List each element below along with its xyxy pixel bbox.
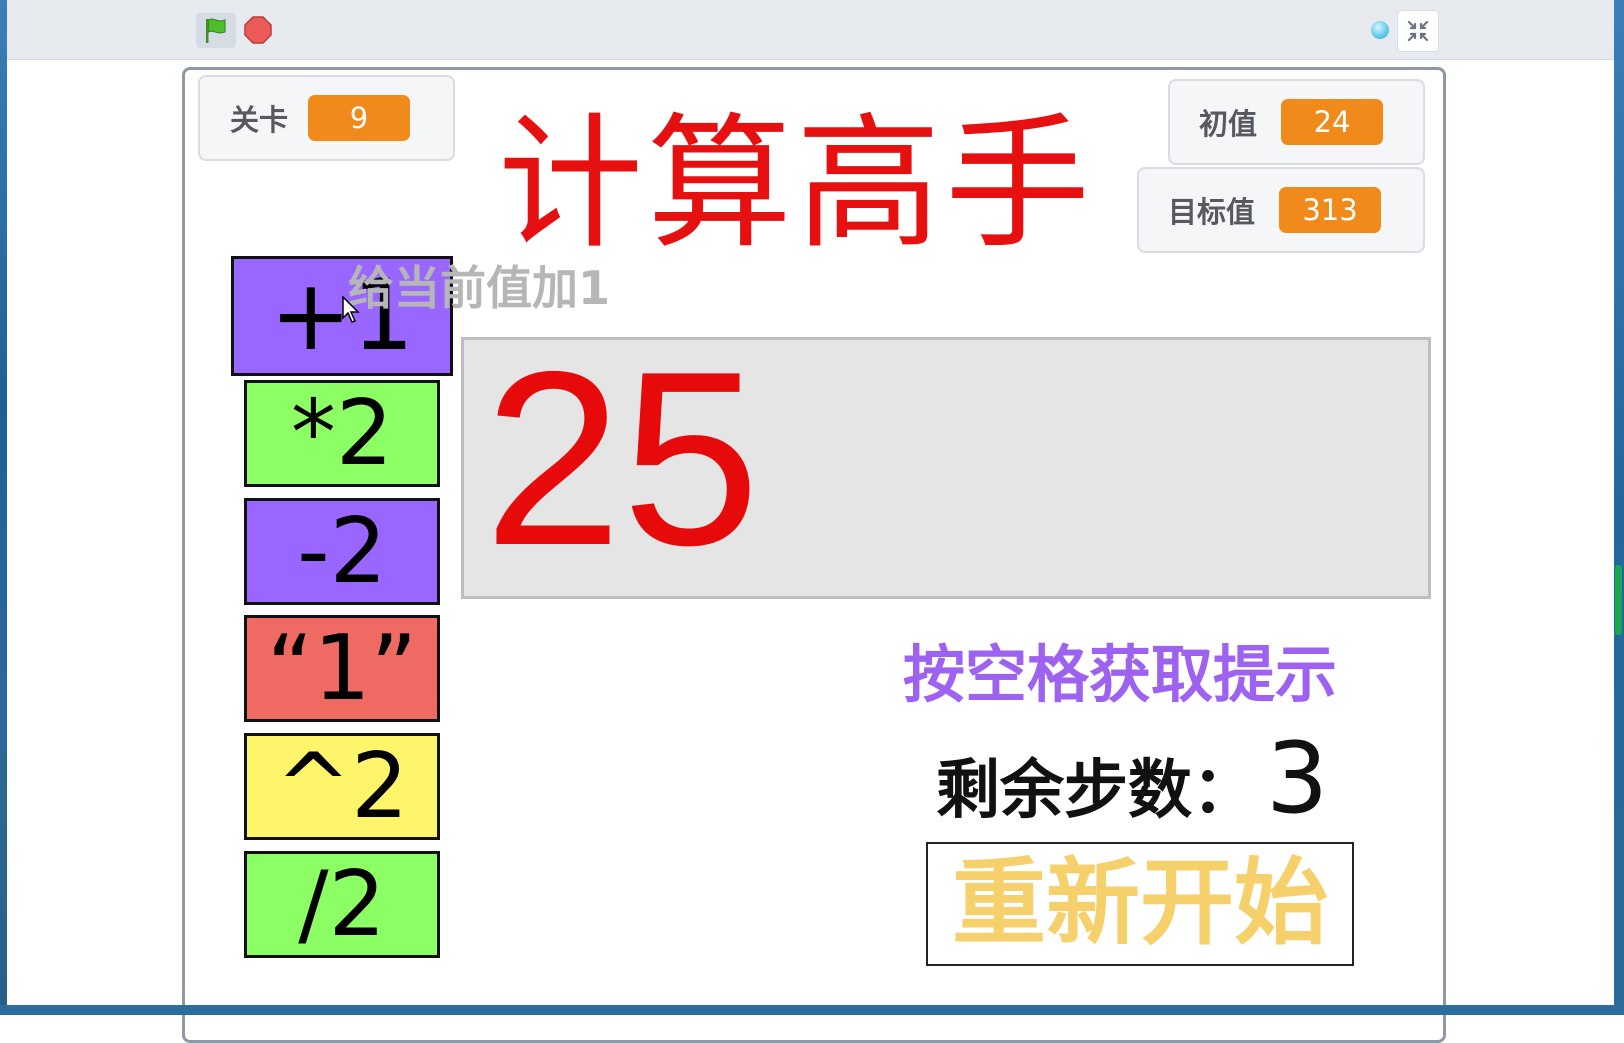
op-button-label: *2 [290,381,394,486]
op-button-label: -2 [297,499,387,604]
green-flag-button[interactable] [196,13,236,48]
current-value-display: 25 [461,319,1431,599]
stop-button[interactable] [243,14,273,46]
op-button-divide-2[interactable]: /2 [244,851,440,958]
current-value: 25 [484,319,760,597]
operation-tooltip: 给当前值加1 [348,261,611,315]
level-value: 9 [308,95,411,141]
remaining-steps-label: 剩余步数： [936,754,1256,828]
level-monitor: 关卡 9 [198,75,455,161]
mouse-pointer-icon [342,296,360,323]
exit-fullscreen-button[interactable] [1397,10,1439,52]
op-button-times-2[interactable]: *2 [244,380,440,487]
desktop-edge-left [0,0,7,1015]
desktop-edge-right [1614,0,1624,1015]
turbo-dot-icon [1371,21,1389,39]
remaining-steps: 剩余步数： 3 [936,730,1328,828]
op-button-label: “1” [266,616,418,721]
hint-text: 按空格获取提示 [903,638,1338,711]
remaining-steps-value: 3 [1266,722,1329,836]
scrollbar-thumb[interactable] [1615,565,1622,635]
stop-sign-icon [244,16,272,44]
restart-button[interactable]: 重新开始 [926,842,1354,966]
initial-value-value: 24 [1281,99,1384,145]
op-button-square[interactable]: ^2 [244,733,440,840]
target-value-label: 目标值 [1168,195,1256,229]
op-button-label: ^2 [275,734,409,839]
restart-label: 重新开始 [951,849,1328,958]
op-button-quote-1[interactable]: “1” [244,615,440,722]
desktop-taskbar-edge [0,1005,1624,1015]
game-title: 计算高手 [498,100,1094,269]
level-label: 关卡 [230,103,289,137]
initial-value-monitor: 初值 24 [1168,79,1425,165]
op-button-minus-2[interactable]: -2 [244,498,440,605]
target-value-value: 313 [1279,187,1382,233]
op-button-label: /2 [298,852,386,957]
stage-toolbar [7,0,1614,60]
green-flag-icon [206,18,226,43]
exit-fullscreen-icon [1407,20,1429,42]
initial-value-label: 初值 [1199,107,1258,141]
target-value-monitor: 目标值 313 [1137,167,1425,253]
